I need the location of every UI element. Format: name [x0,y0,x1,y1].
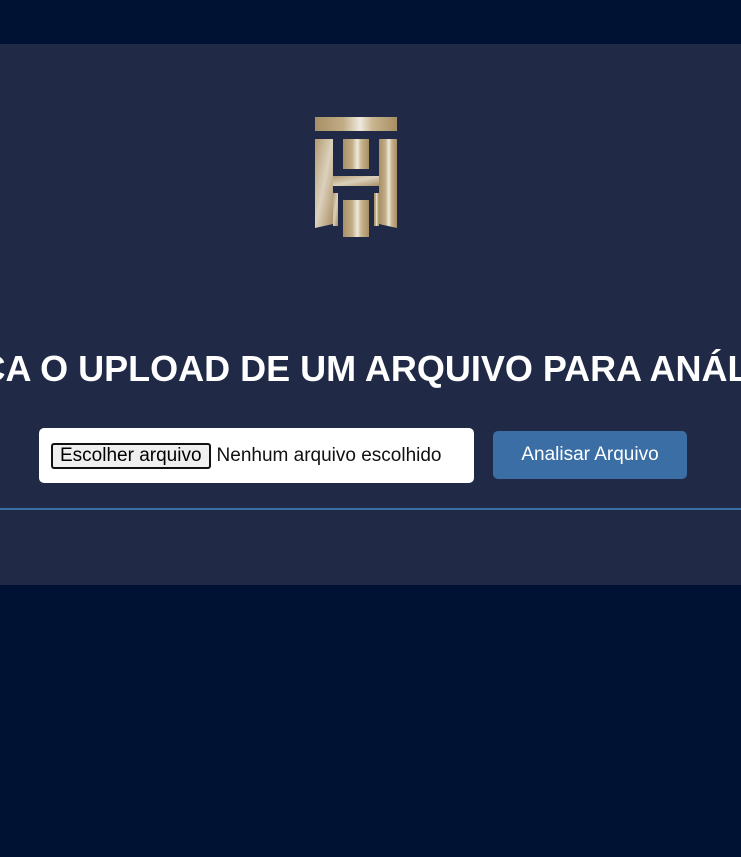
file-status-text: Nenhum arquivo escolhido [216,444,442,466]
th-logo-icon [315,117,397,237]
divider [0,508,741,510]
analyze-file-button[interactable]: Analisar Arquivo [493,431,687,479]
choose-file-button[interactable]: Escolher arquivo [51,442,211,469]
upload-panel: FAÇA O UPLOAD DE UM ARQUIVO PARA ANÁLISE… [0,44,741,585]
file-input[interactable]: Escolher arquivo Nenhum arquivo escolhid… [39,428,474,483]
page-title: FAÇA O UPLOAD DE UM ARQUIVO PARA ANÁLISE [0,348,741,389]
